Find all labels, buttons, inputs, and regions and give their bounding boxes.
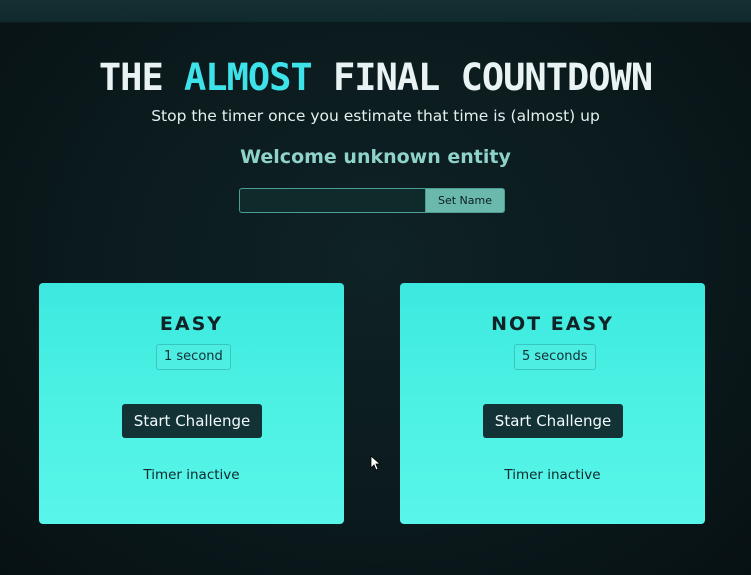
challenge-card-not-easy: NOT EASY 5 seconds Start Challenge Timer… [400,283,705,524]
welcome-message: Welcome unknown entity [240,146,511,168]
title-suffix: FINAL COUNTDOWN [332,56,653,99]
name-form: Set Name [239,188,505,213]
mouse-pointer-icon [370,455,380,471]
challenge-card-easy: EASY 1 second Start Challenge Timer inac… [39,283,344,524]
start-challenge-button[interactable]: Start Challenge [483,404,623,438]
page-subtitle: Stop the timer once you estimate that ti… [151,107,600,125]
start-challenge-button[interactable]: Start Challenge [122,404,262,438]
timer-status: Timer inactive [504,467,601,483]
duration-badge: 5 seconds [514,344,596,370]
page-title: THE ALMOST FINAL COUNTDOWN [0,56,751,99]
challenge-title: EASY [159,313,224,335]
top-bar [0,0,751,23]
title-accent: ALMOST [184,56,313,99]
duration-badge: 1 second [156,344,231,370]
set-name-button[interactable]: Set Name [425,188,505,213]
name-input[interactable] [239,188,425,213]
timer-status: Timer inactive [143,467,240,483]
challenge-title: NOT EASY [491,313,614,335]
title-prefix: THE [98,56,164,99]
